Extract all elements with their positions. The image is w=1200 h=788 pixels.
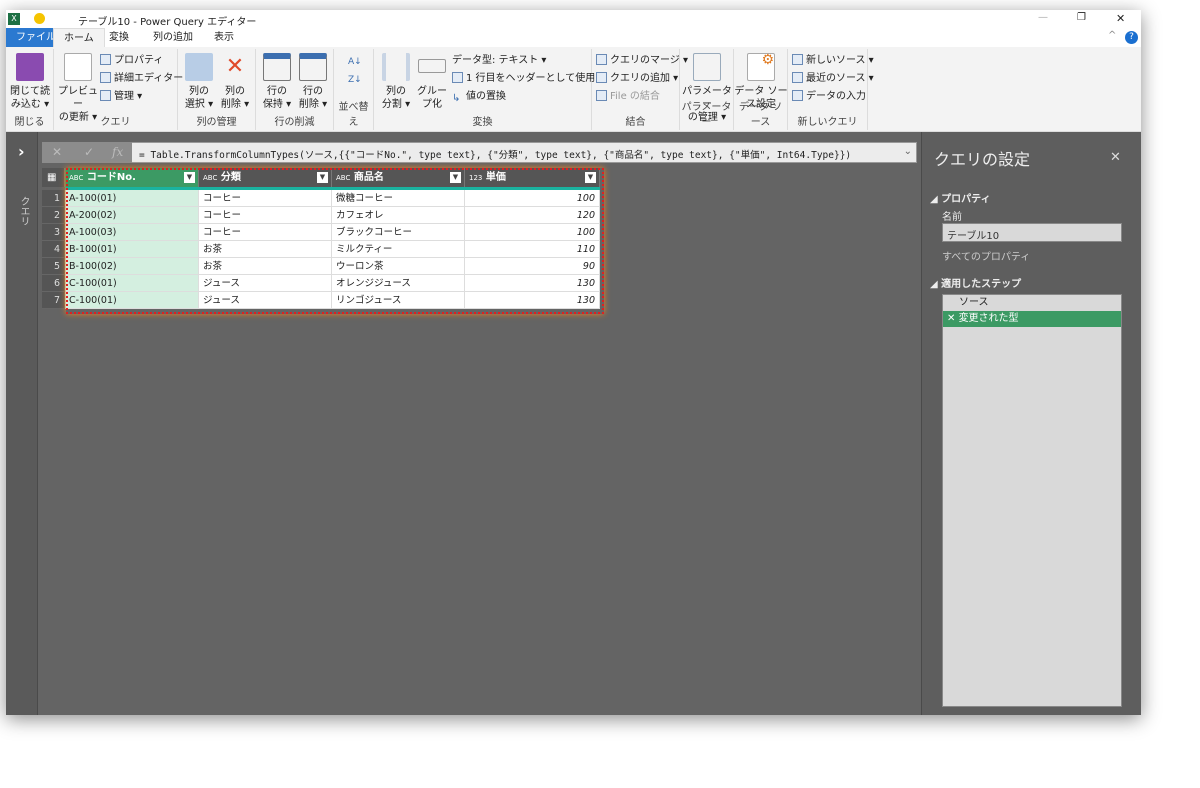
remove-columns-button[interactable]: ✕ 列の 削除 ▾ <box>217 53 253 111</box>
tab-view[interactable]: 表示 <box>204 28 244 47</box>
expand-formula-icon[interactable]: ⌄ <box>904 146 912 157</box>
group-by-icon <box>418 59 446 73</box>
data-source-settings-icon: ⚙ <box>747 53 775 81</box>
smiley-icon[interactable] <box>34 13 45 24</box>
merge-queries-button[interactable]: クエリのマージ ▾ <box>596 53 688 69</box>
remove-rows-icon <box>299 53 327 81</box>
row-number: 7 <box>42 292 65 309</box>
collapse-ribbon-icon[interactable]: ^ <box>1108 30 1116 41</box>
restore-button[interactable]: ❐ <box>1077 12 1086 23</box>
table-icon <box>452 72 463 83</box>
append-icon <box>596 72 607 83</box>
properties-icon <box>100 54 111 65</box>
data-type-dropdown[interactable]: データ型: テキスト ▾ <box>452 53 546 69</box>
append-queries-button[interactable]: クエリの追加 ▾ <box>596 71 678 87</box>
minimize-button[interactable]: — <box>1038 12 1048 23</box>
group-label: データ ソース <box>738 102 783 128</box>
group-label: 閉じる <box>14 117 45 128</box>
expand-icon[interactable]: › <box>18 142 25 161</box>
row-number: 2 <box>42 207 65 224</box>
group-label: 変換 <box>472 117 493 128</box>
replace-icon: ↳ <box>452 93 461 104</box>
recent-sources-icon <box>792 72 803 83</box>
confirm-icon[interactable]: ✓ <box>84 142 94 163</box>
split-column-button[interactable]: 列の 分割 ▾ <box>378 53 414 111</box>
row-number: 5 <box>42 258 65 275</box>
tab-home[interactable]: ホーム <box>53 28 105 47</box>
merge-icon <box>596 54 607 65</box>
table-icon <box>792 90 803 101</box>
manage-button[interactable]: 管理 ▾ <box>100 89 142 105</box>
close-button[interactable]: ✕ <box>1116 12 1125 25</box>
help-icon[interactable]: ? <box>1125 31 1138 44</box>
row-number: 1 <box>42 190 65 207</box>
formula-text[interactable]: = Table.TransformColumnTypes(ソース,{{"コードN… <box>139 147 851 161</box>
query-settings-pane: クエリの設定 ✕ ◢ プロパティ 名前 テーブル10 すべてのプロパティ ◢ 適… <box>921 132 1141 715</box>
close-settings-icon[interactable]: ✕ <box>1110 150 1121 165</box>
fx-icon[interactable]: fx <box>112 142 123 163</box>
sort-ascending-icon[interactable]: A↓ <box>348 57 362 67</box>
queries-pane-collapsed[interactable]: › クエリ <box>6 132 38 715</box>
close-load-button[interactable]: 閉じて読 み込む ▾ <box>8 53 52 111</box>
group-label: 並べ替え <box>338 102 369 128</box>
queries-label: クエリ <box>18 196 29 226</box>
enter-data-button[interactable]: データの入力 <box>792 89 866 105</box>
new-source-button[interactable]: 新しいソース ▾ <box>792 53 874 69</box>
advanced-editor-button[interactable]: 詳細エディター <box>100 71 183 87</box>
table-menu-icon[interactable]: ▦ <box>42 168 65 187</box>
applied-steps-list: ソース ✕ 変更された型 <box>942 294 1122 707</box>
remove-rows-button[interactable]: 行の 削除 ▾ <box>295 53 331 111</box>
row-number: 4 <box>42 241 65 258</box>
group-label: 結合 <box>625 117 646 128</box>
cancel-icon[interactable]: ✕ <box>52 142 62 163</box>
combine-files-button[interactable]: File の結合 <box>596 89 660 105</box>
formula-bar[interactable]: = Table.TransformColumnTypes(ソース,{{"コードN… <box>42 142 917 163</box>
ribbon-tabs: ファイル ホーム 変換 列の追加 表示 ^ ? <box>6 28 1141 47</box>
power-query-window: X テーブル10 - Power Query エディター — ❐ ✕ ファイル … <box>6 10 1141 715</box>
group-label: パラメーター <box>681 102 732 128</box>
applied-steps-heading: ◢ 適用したステップ <box>930 279 1022 290</box>
properties-button[interactable]: プロパティ <box>100 53 163 69</box>
name-label: 名前 <box>942 212 962 223</box>
highlight-box <box>66 168 604 314</box>
name-input[interactable]: テーブル10 <box>942 223 1122 242</box>
properties-heading[interactable]: ◢ プロパティ <box>930 190 991 205</box>
tab-add-column[interactable]: 列の追加 <box>143 28 203 47</box>
group-label: クエリ <box>100 117 131 128</box>
recent-sources-button[interactable]: 最近のソース ▾ <box>792 71 874 87</box>
remove-column-icon: ✕ <box>225 54 245 79</box>
group-label: 列の管理 <box>196 117 237 128</box>
excel-icon: X <box>8 13 20 25</box>
table-icon <box>100 90 111 101</box>
parameters-icon <box>693 53 721 81</box>
row-number: 6 <box>42 275 65 292</box>
sort-descending-icon[interactable]: Z↓ <box>348 75 362 85</box>
tab-transform[interactable]: 変換 <box>99 28 139 47</box>
row-number: 3 <box>42 224 65 241</box>
all-properties-link[interactable]: すべてのプロパティ <box>942 248 1030 263</box>
keep-rows-button[interactable]: 行の 保持 ▾ <box>259 53 295 111</box>
combine-files-icon <box>596 90 607 101</box>
group-by-button[interactable]: グルー プ化 <box>414 53 450 111</box>
ribbon: 閉じて読 み込む ▾ 閉じる プレビュー の更新 ▾ プロパティ 詳細エディター … <box>6 47 1141 132</box>
columns-icon <box>185 53 213 81</box>
save-icon <box>16 53 44 81</box>
use-first-row-headers-button[interactable]: 1 行目をヘッダーとして使用 ▾ <box>452 71 603 87</box>
split-column-icon <box>382 53 410 81</box>
formula-buttons: ✕ ✓ fx <box>42 142 132 163</box>
title-bar: X テーブル10 - Power Query エディター — ❐ ✕ <box>6 10 1141 28</box>
step-changed-type[interactable]: ✕ 変更された型 <box>943 311 1121 327</box>
delete-step-icon[interactable]: ✕ <box>947 313 959 324</box>
choose-columns-button[interactable]: 列の 選択 ▾ <box>181 53 217 111</box>
step-source[interactable]: ソース <box>943 295 1121 311</box>
refresh-icon <box>64 53 92 81</box>
advanced-editor-icon <box>100 72 111 83</box>
new-source-icon <box>792 54 803 65</box>
group-label: 行の削減 <box>274 117 315 128</box>
group-label: 新しいクエリ <box>797 117 858 128</box>
settings-title: クエリの設定 <box>934 150 1031 169</box>
replace-values-button[interactable]: ↳ 値の置換 <box>452 89 506 105</box>
window-title: テーブル10 - Power Query エディター <box>78 17 257 28</box>
keep-rows-icon <box>263 53 291 81</box>
